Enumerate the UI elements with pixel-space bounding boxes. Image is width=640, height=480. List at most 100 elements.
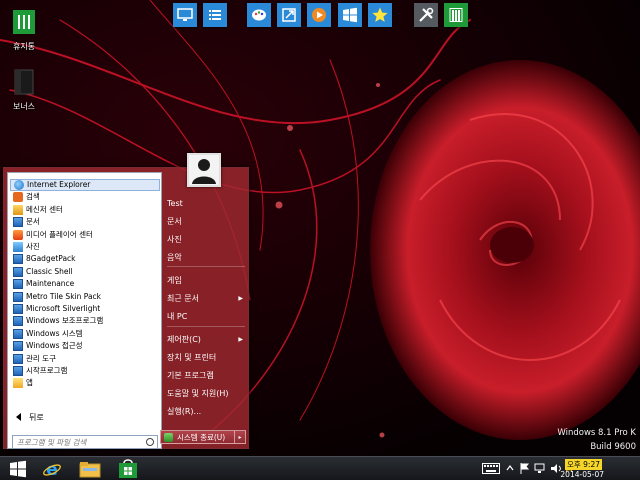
search-placeholder: 프로그램 및 파일 검색 xyxy=(17,437,87,447)
submenu-arrow-icon: ▶ xyxy=(238,336,243,343)
shutdown-options-arrow[interactable]: ▸ xyxy=(235,430,246,444)
program-item[interactable]: 관리 도구 xyxy=(10,353,160,365)
system-tray: A 오후 9:27 2014-05-07 xyxy=(480,457,640,480)
start-right-item[interactable]: 기본 프로그램 xyxy=(167,368,249,384)
start-right-item[interactable]: 장치 및 프린터 xyxy=(167,350,249,366)
bonus-label: 보너스 xyxy=(12,102,36,111)
photo-icon xyxy=(13,242,23,252)
messenger-icon xyxy=(13,204,23,215)
start-right-item[interactable]: 게임 xyxy=(167,273,249,289)
launcher-monitor-button[interactable] xyxy=(173,3,197,27)
folder-icon xyxy=(13,353,23,364)
program-label: 문서 xyxy=(26,217,40,227)
start-right-item-label: 내 PC xyxy=(167,312,188,321)
start-right-item[interactable]: 도움말 및 지원(H) xyxy=(167,386,249,402)
program-label: 8GadgetPack xyxy=(26,254,76,264)
shutdown-button[interactable]: 시스템 종료(U) xyxy=(160,430,235,444)
program-item[interactable]: 문서 xyxy=(10,216,160,228)
start-right-item[interactable]: 사진 xyxy=(167,232,249,248)
action-center-flag-icon[interactable] xyxy=(520,463,530,474)
program-item[interactable]: 앱 xyxy=(10,377,160,389)
program-item[interactable]: 검색 xyxy=(10,191,160,203)
taskbar-store[interactable] xyxy=(110,458,146,480)
launcher-windows-button[interactable] xyxy=(338,3,362,27)
edition-watermark: Windows 8.1 Pro K xyxy=(557,428,636,438)
program-label: 앱 xyxy=(26,378,33,388)
program-label: Microsoft Silverlight xyxy=(26,304,101,313)
right-pane-separator xyxy=(167,326,245,327)
program-label: Internet Explorer xyxy=(27,180,91,189)
clock-time[interactable]: 오후 9:27 xyxy=(564,459,602,470)
start-right-item[interactable]: 음악 xyxy=(167,250,249,266)
program-label: 메신저 센터 xyxy=(26,204,63,214)
show-hidden-icons-icon[interactable] xyxy=(506,464,514,472)
program-label: Maintenance xyxy=(26,279,75,289)
start-button[interactable] xyxy=(0,458,36,480)
program-item[interactable]: Maintenance xyxy=(10,278,160,290)
start-right-item[interactable]: 실행(R)... xyxy=(167,404,249,420)
launcher-star-button[interactable] xyxy=(368,3,392,27)
folder-icon xyxy=(13,341,23,352)
program-label: 관리 도구 xyxy=(26,353,56,363)
start-right-item[interactable]: Test xyxy=(167,196,249,212)
program-item[interactable]: Windows 보조프로그램 xyxy=(10,315,160,327)
network-icon[interactable] xyxy=(534,463,546,474)
bonus-shortcut[interactable]: 보너스 xyxy=(4,68,44,112)
start-right-item[interactable]: 최근 문서 ▶ xyxy=(167,291,249,307)
program-item[interactable]: Microsoft Silverlight xyxy=(10,303,160,315)
clock-date[interactable]: 2014-05-07 xyxy=(560,470,604,479)
bonus-folder-icon xyxy=(14,69,34,95)
program-item[interactable]: 메신저 센터 xyxy=(10,204,160,216)
start-right-item[interactable]: 내 PC xyxy=(167,309,249,325)
list-icon xyxy=(209,10,221,20)
program-item[interactable]: 8GadgetPack xyxy=(10,253,160,265)
program-search-input[interactable]: 프로그램 및 파일 검색 xyxy=(12,435,158,449)
start-right-item[interactable]: 문서 xyxy=(167,214,249,230)
start-right-item-label: 제어판(C) xyxy=(167,335,201,344)
apps-icon xyxy=(13,378,23,389)
user-avatar-icon xyxy=(192,159,216,184)
search-icon xyxy=(146,438,154,446)
program-item[interactable]: Metro Tile Skin Pack xyxy=(10,291,160,303)
launcher-store-button[interactable] xyxy=(444,3,468,27)
folder-icon xyxy=(13,304,23,314)
program-item[interactable]: 미디어 플레이어 센터 xyxy=(10,229,160,241)
program-label: Classic Shell xyxy=(26,266,73,276)
launcher-palette-button[interactable] xyxy=(247,3,271,27)
keyboard-icon[interactable] xyxy=(482,463,500,474)
ie-icon xyxy=(14,180,24,190)
program-item[interactable]: Windows 접근성 xyxy=(10,340,160,352)
taskbar-internet-explorer[interactable]: e xyxy=(34,458,70,480)
svg-text:e: e xyxy=(46,460,58,479)
taskbar-file-explorer[interactable] xyxy=(72,458,108,480)
back-arrow-icon xyxy=(16,413,21,421)
shutdown-label: 시스템 종료(U) xyxy=(177,432,226,442)
program-label: 사진 xyxy=(26,242,40,251)
build-watermark: Build 9600 xyxy=(590,442,636,452)
launcher-export-button[interactable] xyxy=(277,3,301,27)
start-right-item[interactable]: 제어판(C) ▶ xyxy=(167,332,249,348)
launcher-list-button[interactable] xyxy=(203,3,227,27)
taskbar: e A 오후 9:27 2014-05-07 xyxy=(0,456,640,480)
program-item[interactable]: 시작프로그램 xyxy=(10,365,160,377)
launcher-tools-button[interactable] xyxy=(414,3,438,27)
recycle-bin-icon xyxy=(13,10,35,34)
folder-icon xyxy=(13,366,23,376)
star-icon xyxy=(372,7,388,22)
start-right-item-label: 도움말 및 지원(H) xyxy=(167,389,229,398)
store-icon xyxy=(119,459,137,478)
program-item[interactable]: Classic Shell xyxy=(10,266,160,278)
folder-icon xyxy=(13,266,23,277)
user-picture[interactable] xyxy=(187,153,221,187)
program-item[interactable]: Windows 시스템 xyxy=(10,328,160,340)
folder-icon xyxy=(13,328,23,339)
recycle-bin-shortcut[interactable]: 휴지통 xyxy=(4,8,44,52)
folder-icon xyxy=(13,291,23,302)
launcher-media-player-button[interactable] xyxy=(307,3,331,27)
back-button[interactable]: 뒤로 xyxy=(10,410,160,424)
start-right-item-label: 문서 xyxy=(167,217,182,226)
start-windows-icon xyxy=(10,460,26,478)
program-item[interactable]: 사진 xyxy=(10,241,160,253)
tools-icon xyxy=(419,7,434,22)
program-item[interactable]: Internet Explorer xyxy=(10,179,160,191)
